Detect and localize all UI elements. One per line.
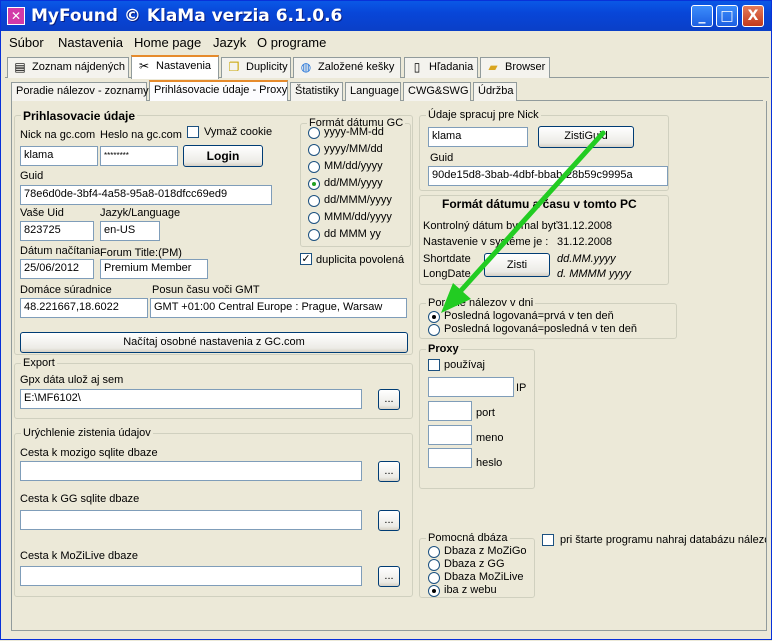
annotation-arrow [441, 130, 606, 313]
arrow-shaft [454, 130, 606, 298]
app-window: ✕ MyFound © KlaMa verzia 6.1.0.6 _ □ X S… [0, 0, 772, 640]
